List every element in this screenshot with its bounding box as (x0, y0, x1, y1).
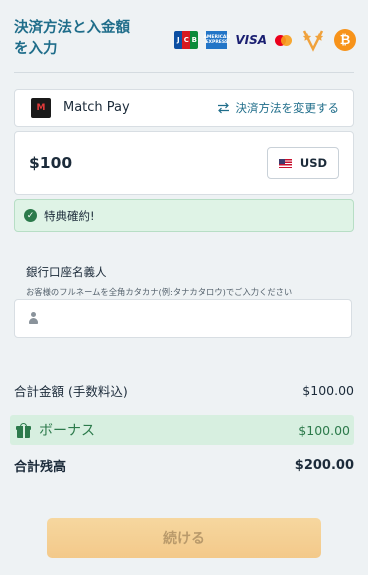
total-balance-row: 合計残高 $200.00 (14, 456, 354, 475)
account-name-hint: お客様のフルネームを全角カタカナ(例:タナカタロウ)でご入力ください (26, 287, 293, 297)
continue-button[interactable]: 続ける (47, 518, 321, 558)
amex-icon: AMERICAN EXPRESS (203, 31, 230, 49)
user-icon (28, 312, 39, 325)
account-name-field[interactable] (14, 299, 352, 339)
payment-method-name: Match Pay (63, 100, 130, 115)
currency-select[interactable]: USD (267, 147, 339, 179)
match-pay-logo: M (31, 98, 51, 118)
amount-box[interactable]: $100 USD (14, 131, 354, 195)
total-amount-row: 合計金額 (手数料込) $100.00 (14, 381, 354, 400)
account-name-input[interactable] (51, 300, 345, 339)
total-balance-value: $200.00 (294, 458, 354, 473)
gift-icon (16, 422, 31, 438)
swap-icon (217, 102, 229, 114)
payment-method-box: M Match Pay 決済方法を変更する (14, 89, 354, 127)
star-brand-icon (302, 30, 324, 52)
us-flag-icon (278, 158, 292, 168)
header-divider (14, 72, 354, 73)
currency-label: USD (299, 156, 328, 170)
check-circle-icon: ✓ (24, 209, 37, 222)
bonus-label: ボーナス (39, 423, 95, 439)
header: 決済方法と入金額を入力 (14, 18, 134, 60)
bonus-confirmed-banner: ✓ 特典確約! (14, 199, 354, 232)
total-amount-value: $100.00 (302, 383, 354, 398)
bitcoin-icon: ₿ (334, 29, 356, 51)
amount-value[interactable]: $100 (29, 154, 72, 172)
total-amount-label: 合計金額 (手数料込) (14, 384, 128, 399)
change-method-link[interactable]: 決済方法を変更する (217, 100, 340, 116)
bonus-row: ボーナス $100.00 (10, 415, 354, 445)
mastercard-icon (275, 34, 292, 46)
visa-icon: VISA (235, 33, 267, 47)
total-balance-label: 合計残高 (14, 460, 67, 475)
bonus-confirmed-text: 特典確約! (44, 208, 95, 223)
page-title: 決済方法と入金額を入力 (14, 20, 130, 57)
change-method-label: 決済方法を変更する (235, 101, 340, 115)
payment-icons: J C B AMERICAN EXPRESS VISA ₿ (174, 28, 356, 52)
account-name-label: 銀行口座名義人 (26, 265, 107, 279)
bonus-value: $100.00 (298, 422, 350, 438)
jcb-icon: J C B (174, 31, 199, 49)
